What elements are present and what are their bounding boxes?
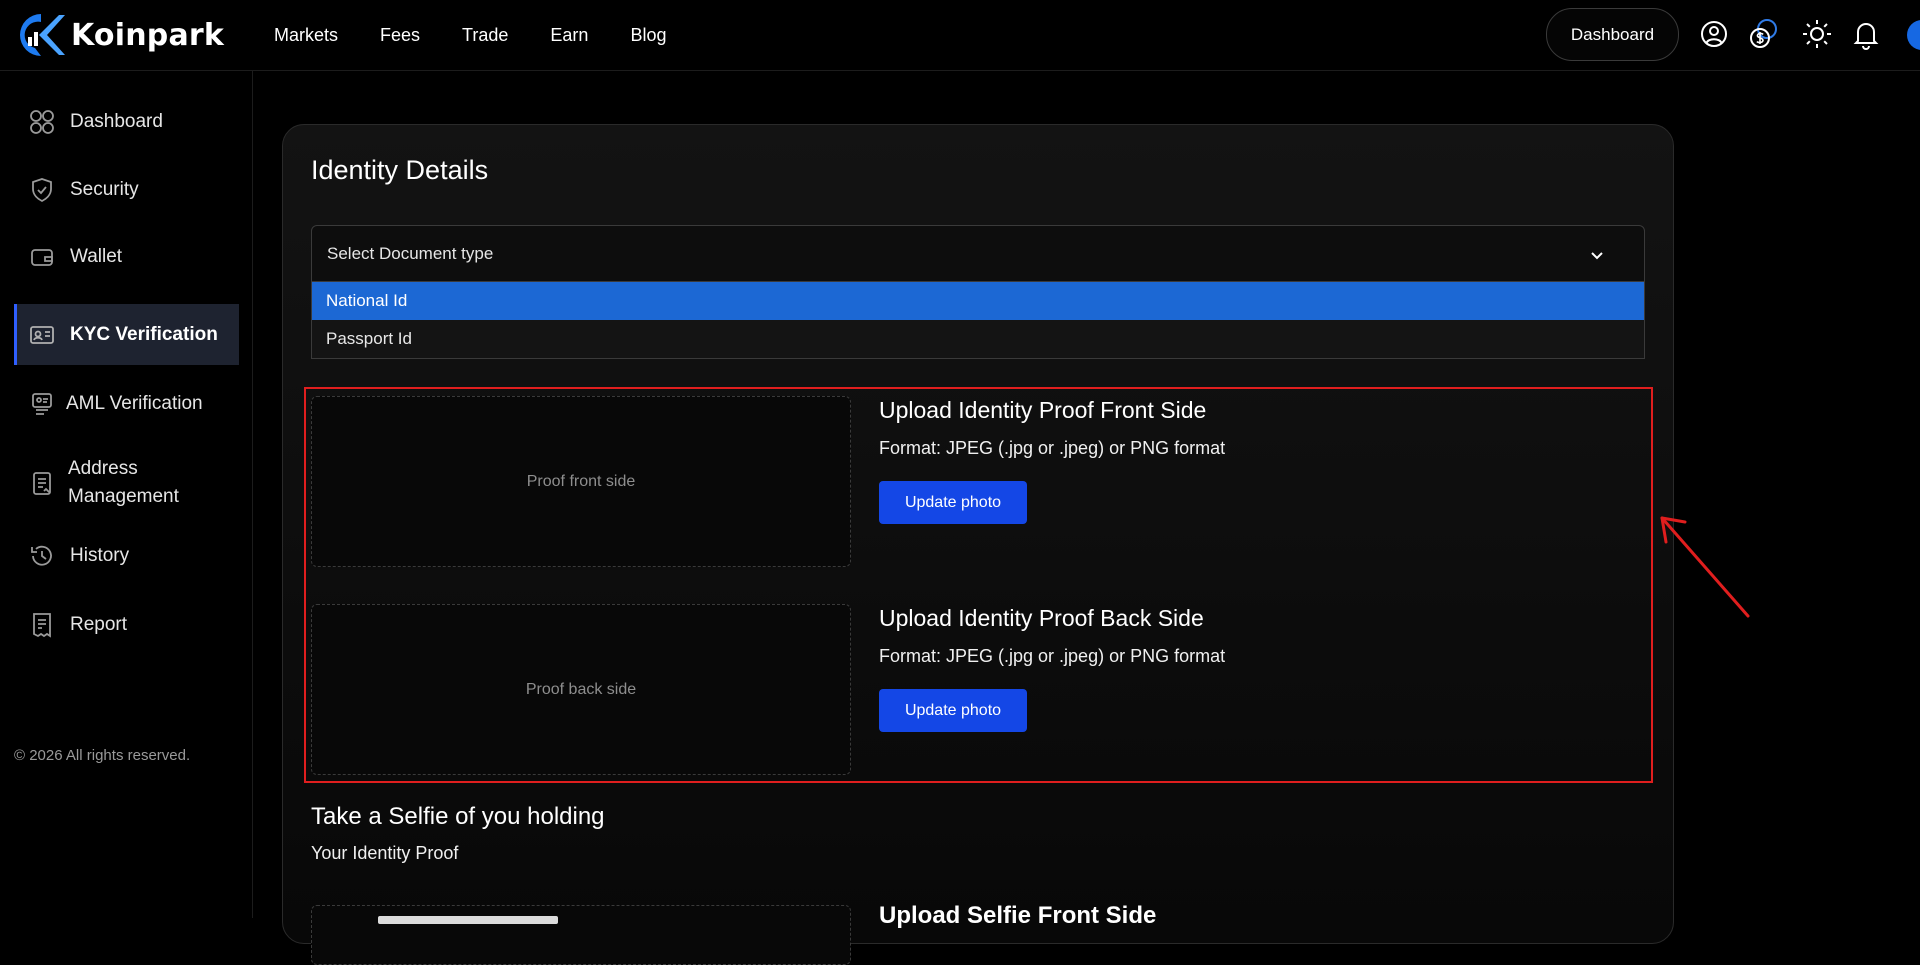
- copyright-text: © 2026 All rights reserved.: [14, 747, 191, 764]
- bell-icon[interactable]: [1849, 17, 1883, 51]
- sidebar-item-label: Dashboard: [70, 110, 163, 132]
- user-circle-icon[interactable]: [1697, 17, 1731, 51]
- page-title: Identity Details: [311, 155, 489, 185]
- nav-fees[interactable]: Fees: [380, 25, 420, 46]
- document-type-placeholder: Select Document type: [327, 243, 494, 263]
- currency-coins-icon[interactable]: [1747, 17, 1781, 51]
- sidebar-item-label: Report: [70, 613, 128, 635]
- shield-check-icon: [28, 176, 56, 204]
- main-nav: Markets Fees Trade Earn Blog: [274, 0, 708, 71]
- sidebar: Dashboard Security Wallet KYC Verificati…: [0, 71, 253, 918]
- upload-selfie-title: Upload Selfie Front Side: [879, 902, 1157, 929]
- sidebar-item-history[interactable]: History: [14, 534, 239, 577]
- sun-icon[interactable]: [1800, 17, 1834, 51]
- sidebar-item-security[interactable]: Security: [14, 168, 239, 211]
- option-passport-id[interactable]: Passport Id: [312, 320, 1644, 358]
- document-type-dropdown: National Id Passport Id: [311, 282, 1645, 359]
- upload-back-title: Upload Identity Proof Back Side: [879, 605, 1204, 631]
- nav-trade[interactable]: Trade: [462, 25, 508, 46]
- sidebar-item-label: History: [70, 544, 130, 566]
- dashboard-button[interactable]: Dashboard: [1546, 8, 1679, 61]
- upload-front-format: Format: JPEG (.jpg or .jpeg) or PNG form…: [879, 438, 1226, 458]
- proof-back-dropzone[interactable]: Proof back side: [311, 604, 851, 775]
- koinpark-logo-icon: [20, 14, 65, 56]
- update-photo-front-button[interactable]: Update photo: [879, 481, 1027, 524]
- update-photo-back-button[interactable]: Update photo: [879, 689, 1027, 732]
- clipboard-icon: [28, 469, 56, 497]
- annotation-arrow-icon: [1660, 516, 1750, 618]
- avatar[interactable]: [1907, 20, 1920, 50]
- option-national-id[interactable]: National Id: [312, 282, 1644, 320]
- nav-blog[interactable]: Blog: [630, 25, 666, 46]
- nav-markets[interactable]: Markets: [274, 25, 338, 46]
- sidebar-item-kyc-verification[interactable]: KYC Verification: [14, 304, 239, 365]
- sidebar-item-wallet[interactable]: Wallet: [14, 235, 239, 278]
- proof-front-placeholder: Proof front side: [526, 472, 636, 490]
- sidebar-item-address-management[interactable]: Address Management: [14, 452, 239, 514]
- selfie-dropzone[interactable]: [311, 905, 851, 965]
- sidebar-item-dashboard[interactable]: Dashboard: [14, 100, 239, 143]
- sidebar-item-label: KYC Verification: [70, 323, 218, 345]
- sidebar-item-label: Wallet: [70, 245, 123, 267]
- selfie-preview-bar: [378, 916, 558, 924]
- address-label-line2: Management: [68, 486, 179, 507]
- address-label-line1: Address: [68, 458, 138, 479]
- top-header: Koinpark Markets Fees Trade Earn Blog Da…: [0, 0, 1920, 71]
- upload-back-format: Format: JPEG (.jpg or .jpeg) or PNG form…: [879, 646, 1226, 666]
- proof-back-placeholder: Proof back side: [525, 680, 637, 698]
- sidebar-item-report[interactable]: Report: [14, 603, 239, 646]
- wallet-icon: [28, 243, 56, 271]
- upload-front-title: Upload Identity Proof Front Side: [879, 397, 1207, 423]
- history-icon: [28, 542, 56, 570]
- selfie-title: Take a Selfie of you holding: [311, 803, 605, 830]
- selfie-subtitle: Your Identity Proof: [311, 843, 459, 863]
- sidebar-item-label: AML Verification: [66, 392, 203, 414]
- document-type-select[interactable]: Select Document type: [311, 225, 1645, 282]
- sidebar-item-aml-verification[interactable]: AML Verification: [14, 382, 239, 425]
- id-badge-icon: [28, 390, 56, 418]
- receipt-icon: [28, 611, 56, 639]
- sidebar-item-label: Address Management: [68, 455, 179, 511]
- sidebar-item-label: Security: [70, 178, 139, 200]
- brand-name: Koinpark: [71, 17, 225, 53]
- brand-logo[interactable]: Koinpark: [15, 10, 224, 60]
- grid-icon: [28, 108, 56, 136]
- proof-front-dropzone[interactable]: Proof front side: [311, 396, 851, 567]
- id-card-icon: [28, 321, 56, 349]
- chevron-down-icon: [1591, 252, 1603, 260]
- nav-earn[interactable]: Earn: [550, 25, 588, 46]
